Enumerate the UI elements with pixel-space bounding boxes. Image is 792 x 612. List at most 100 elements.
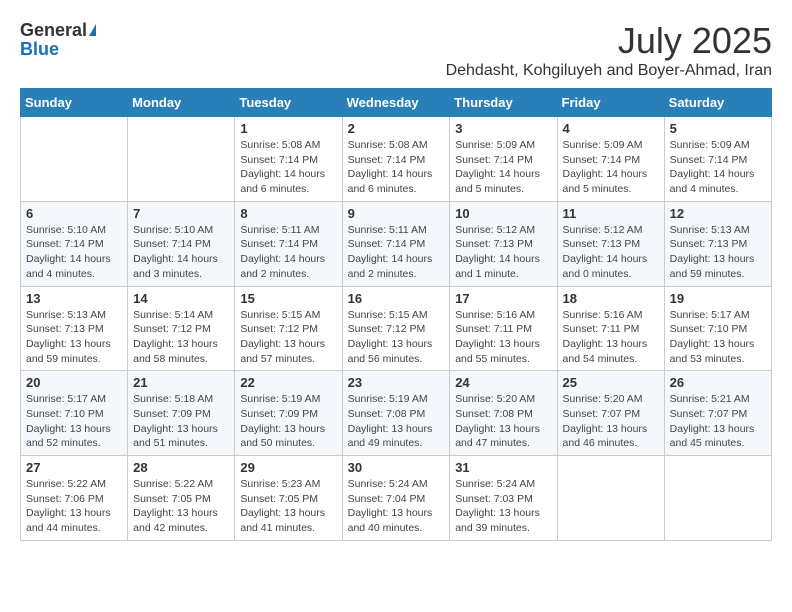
calendar-cell: 17 Sunrise: 5:16 AM Sunset: 7:11 PM Dayli… (450, 286, 557, 371)
calendar-cell: 23 Sunrise: 5:19 AM Sunset: 7:08 PM Dayli… (342, 371, 450, 456)
calendar-cell: 25 Sunrise: 5:20 AM Sunset: 7:07 PM Dayli… (557, 371, 664, 456)
calendar-cell: 13Sunrise: 5:13 AM Sunset: 7:13 PM Dayli… (21, 286, 128, 371)
day-number: 15 (240, 291, 336, 306)
col-header-thursday: Thursday (450, 89, 557, 117)
calendar-cell: 18 Sunrise: 5:16 AM Sunset: 7:11 PM Dayli… (557, 286, 664, 371)
day-info: Sunrise: 5:24 AM Sunset: 7:04 PM Dayligh… (348, 477, 445, 536)
calendar-header-row: SundayMondayTuesdayWednesdayThursdayFrid… (21, 89, 772, 117)
day-info: Sunrise: 5:11 AM Sunset: 7:14 PM Dayligh… (240, 223, 336, 282)
calendar-cell (557, 456, 664, 541)
calendar-cell: 20Sunrise: 5:17 AM Sunset: 7:10 PM Dayli… (21, 371, 128, 456)
calendar-cell: 9Sunrise: 5:11 AM Sunset: 7:14 PM Daylig… (342, 201, 450, 286)
calendar-cell: 16Sunrise: 5:15 AM Sunset: 7:12 PM Dayli… (342, 286, 450, 371)
day-info: Sunrise: 5:17 AM Sunset: 7:10 PM Dayligh… (670, 308, 766, 367)
calendar-cell: 15 Sunrise: 5:15 AM Sunset: 7:12 PM Dayli… (235, 286, 342, 371)
calendar-cell: 10Sunrise: 5:12 AM Sunset: 7:13 PM Dayli… (450, 201, 557, 286)
calendar-cell: 19 Sunrise: 5:17 AM Sunset: 7:10 PM Dayli… (664, 286, 771, 371)
calendar-cell: 5 Sunrise: 5:09 AM Sunset: 7:14 PM Daylig… (664, 117, 771, 202)
header: General Blue July 2025 Dehdasht, Kohgilu… (20, 20, 772, 80)
week-row-2: 6 Sunrise: 5:10 AM Sunset: 7:14 PM Daylig… (21, 201, 772, 286)
day-number: 30 (348, 460, 445, 475)
day-number: 13 (26, 291, 122, 306)
calendar-cell: 2Sunrise: 5:08 AM Sunset: 7:14 PM Daylig… (342, 117, 450, 202)
day-info: Sunrise: 5:10 AM Sunset: 7:14 PM Dayligh… (133, 223, 229, 282)
calendar-cell: 27Sunrise: 5:22 AM Sunset: 7:06 PM Dayli… (21, 456, 128, 541)
title-area: July 2025 Dehdasht, Kohgiluyeh and Boyer… (446, 20, 772, 80)
day-info: Sunrise: 5:20 AM Sunset: 7:07 PM Dayligh… (563, 392, 659, 451)
calendar-cell: 11 Sunrise: 5:12 AM Sunset: 7:13 PM Dayli… (557, 201, 664, 286)
day-number: 18 (563, 291, 659, 306)
day-info: Sunrise: 5:20 AM Sunset: 7:08 PM Dayligh… (455, 392, 551, 451)
day-info: Sunrise: 5:15 AM Sunset: 7:12 PM Dayligh… (348, 308, 445, 367)
location: Dehdasht, Kohgiluyeh and Boyer-Ahmad, Ir… (446, 62, 772, 80)
day-info: Sunrise: 5:16 AM Sunset: 7:11 PM Dayligh… (455, 308, 551, 367)
month-year: July 2025 (446, 20, 772, 62)
day-number: 3 (455, 121, 551, 136)
logo-general: General (20, 20, 87, 41)
col-header-tuesday: Tuesday (235, 89, 342, 117)
col-header-saturday: Saturday (664, 89, 771, 117)
week-row-3: 13Sunrise: 5:13 AM Sunset: 7:13 PM Dayli… (21, 286, 772, 371)
calendar-cell: 26Sunrise: 5:21 AM Sunset: 7:07 PM Dayli… (664, 371, 771, 456)
day-number: 17 (455, 291, 551, 306)
calendar-cell: 24 Sunrise: 5:20 AM Sunset: 7:08 PM Dayli… (450, 371, 557, 456)
day-info: Sunrise: 5:09 AM Sunset: 7:14 PM Dayligh… (563, 138, 659, 197)
day-number: 7 (133, 206, 229, 221)
day-info: Sunrise: 5:09 AM Sunset: 7:14 PM Dayligh… (670, 138, 766, 197)
day-info: Sunrise: 5:09 AM Sunset: 7:14 PM Dayligh… (455, 138, 551, 197)
logo-blue: Blue (20, 39, 59, 60)
day-number: 22 (240, 375, 336, 390)
calendar-cell: 12 Sunrise: 5:13 AM Sunset: 7:13 PM Dayli… (664, 201, 771, 286)
calendar-cell: 7 Sunrise: 5:10 AM Sunset: 7:14 PM Daylig… (128, 201, 235, 286)
day-number: 5 (670, 121, 766, 136)
calendar-cell: 14 Sunrise: 5:14 AM Sunset: 7:12 PM Dayli… (128, 286, 235, 371)
day-info: Sunrise: 5:18 AM Sunset: 7:09 PM Dayligh… (133, 392, 229, 451)
calendar-cell: 8 Sunrise: 5:11 AM Sunset: 7:14 PM Daylig… (235, 201, 342, 286)
col-header-friday: Friday (557, 89, 664, 117)
calendar-cell (664, 456, 771, 541)
calendar-cell: 30 Sunrise: 5:24 AM Sunset: 7:04 PM Dayli… (342, 456, 450, 541)
day-info: Sunrise: 5:10 AM Sunset: 7:14 PM Dayligh… (26, 223, 122, 282)
day-number: 11 (563, 206, 659, 221)
day-info: Sunrise: 5:11 AM Sunset: 7:14 PM Dayligh… (348, 223, 445, 282)
day-info: Sunrise: 5:21 AM Sunset: 7:07 PM Dayligh… (670, 392, 766, 451)
day-info: Sunrise: 5:14 AM Sunset: 7:12 PM Dayligh… (133, 308, 229, 367)
day-number: 27 (26, 460, 122, 475)
calendar-cell: 28Sunrise: 5:22 AM Sunset: 7:05 PM Dayli… (128, 456, 235, 541)
day-number: 19 (670, 291, 766, 306)
calendar-cell: 6 Sunrise: 5:10 AM Sunset: 7:14 PM Daylig… (21, 201, 128, 286)
day-info: Sunrise: 5:24 AM Sunset: 7:03 PM Dayligh… (455, 477, 551, 536)
day-number: 20 (26, 375, 122, 390)
day-number: 6 (26, 206, 122, 221)
day-info: Sunrise: 5:19 AM Sunset: 7:08 PM Dayligh… (348, 392, 445, 451)
day-info: Sunrise: 5:13 AM Sunset: 7:13 PM Dayligh… (670, 223, 766, 282)
day-number: 25 (563, 375, 659, 390)
day-info: Sunrise: 5:12 AM Sunset: 7:13 PM Dayligh… (563, 223, 659, 282)
day-info: Sunrise: 5:23 AM Sunset: 7:05 PM Dayligh… (240, 477, 336, 536)
day-info: Sunrise: 5:08 AM Sunset: 7:14 PM Dayligh… (348, 138, 445, 197)
day-number: 21 (133, 375, 229, 390)
day-number: 4 (563, 121, 659, 136)
day-number: 8 (240, 206, 336, 221)
logo: General Blue (20, 20, 96, 60)
calendar-cell: 1Sunrise: 5:08 AM Sunset: 7:14 PM Daylig… (235, 117, 342, 202)
logo-triangle-icon (89, 24, 96, 36)
calendar-cell: 29Sunrise: 5:23 AM Sunset: 7:05 PM Dayli… (235, 456, 342, 541)
calendar-cell: 22 Sunrise: 5:19 AM Sunset: 7:09 PM Dayli… (235, 371, 342, 456)
col-header-sunday: Sunday (21, 89, 128, 117)
week-row-4: 20Sunrise: 5:17 AM Sunset: 7:10 PM Dayli… (21, 371, 772, 456)
day-number: 24 (455, 375, 551, 390)
day-number: 28 (133, 460, 229, 475)
calendar-cell: 4 Sunrise: 5:09 AM Sunset: 7:14 PM Daylig… (557, 117, 664, 202)
day-info: Sunrise: 5:15 AM Sunset: 7:12 PM Dayligh… (240, 308, 336, 367)
day-info: Sunrise: 5:08 AM Sunset: 7:14 PM Dayligh… (240, 138, 336, 197)
day-number: 14 (133, 291, 229, 306)
week-row-5: 27Sunrise: 5:22 AM Sunset: 7:06 PM Dayli… (21, 456, 772, 541)
day-info: Sunrise: 5:19 AM Sunset: 7:09 PM Dayligh… (240, 392, 336, 451)
day-number: 12 (670, 206, 766, 221)
day-info: Sunrise: 5:16 AM Sunset: 7:11 PM Dayligh… (563, 308, 659, 367)
day-number: 23 (348, 375, 445, 390)
calendar-cell (128, 117, 235, 202)
calendar-cell: 3 Sunrise: 5:09 AM Sunset: 7:14 PM Daylig… (450, 117, 557, 202)
col-header-wednesday: Wednesday (342, 89, 450, 117)
